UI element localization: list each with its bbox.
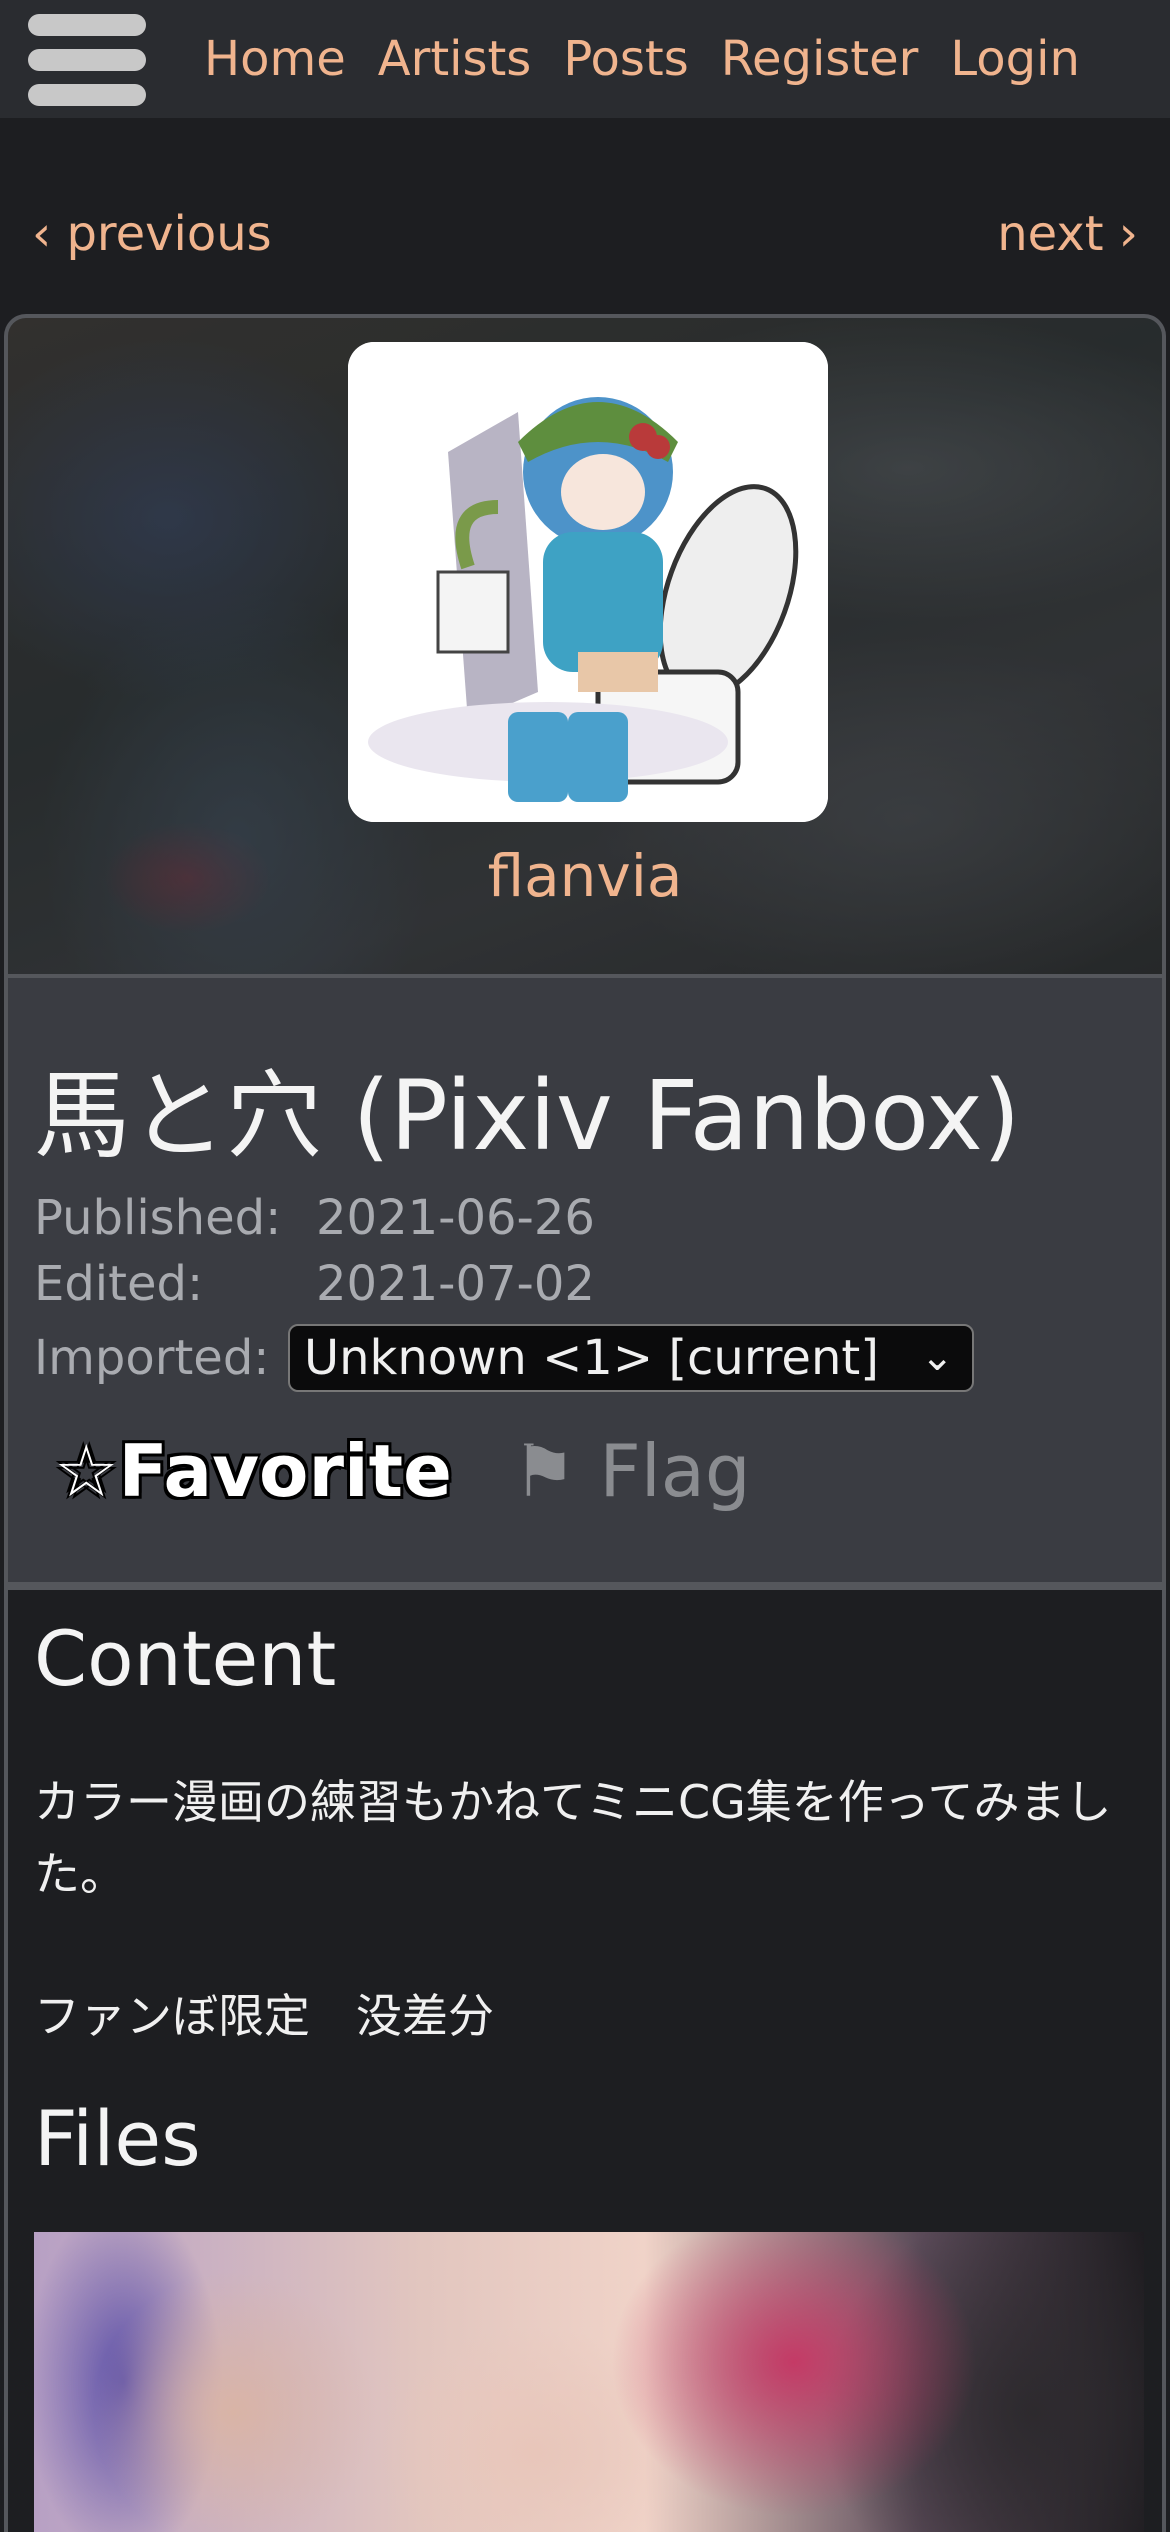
edited-label: Edited: (34, 1256, 204, 1312)
flag-button[interactable]: ⚑ Flag (512, 1429, 751, 1513)
published-date: 2021-06-26 (316, 1190, 595, 1246)
post-pager: ‹ previous next › (0, 206, 1170, 270)
edited-date: 2021-07-02 (316, 1256, 595, 1312)
post-content-section: Content カラー漫画の練習もかねてミニCG集を作ってみました。 ファンぼ限… (4, 1586, 1166, 2532)
content-heading: Content (34, 1614, 337, 1703)
top-navigation: Home Artists Posts Register Login (0, 0, 1170, 118)
nav-home-link[interactable]: Home (204, 31, 346, 87)
artist-avatar[interactable] (348, 342, 828, 822)
published-label: Published: (34, 1190, 282, 1246)
next-post-link[interactable]: next › (997, 206, 1138, 262)
imported-label: Imported: (34, 1330, 270, 1386)
nav-posts-link[interactable]: Posts (563, 31, 688, 87)
imported-select-value: Unknown <1> [current] (304, 1330, 879, 1386)
files-heading: Files (34, 2094, 201, 2183)
favorite-button[interactable]: ☆Favorite (54, 1429, 452, 1513)
nav-links: Home Artists Posts Register Login (204, 0, 1080, 118)
avatar-illustration (348, 342, 828, 822)
chevron-down-icon: ⌄ (920, 1334, 954, 1380)
imported-select[interactable]: Unknown <1> [current] ⌄ (288, 1324, 974, 1392)
post-actions: ☆Favorite ⚑ Flag (54, 1426, 751, 1516)
previous-post-link[interactable]: ‹ previous (32, 206, 272, 262)
nav-register-link[interactable]: Register (721, 31, 919, 87)
nav-artists-link[interactable]: Artists (378, 31, 532, 87)
menu-icon[interactable] (28, 14, 146, 106)
post-info-panel: 馬と穴 (Pixiv Fanbox) Published: 2021-06-26… (4, 974, 1166, 1586)
post-title: 馬と穴 (Pixiv Fanbox) (34, 1060, 1021, 1172)
artist-banner: flanvia (4, 314, 1166, 974)
content-paragraph-1: カラー漫画の練習もかねてミニCG集を作ってみました。 (34, 1775, 1112, 1901)
file-thumbnail-image[interactable] (34, 2232, 1144, 2532)
artist-name-link[interactable]: flanvia (8, 842, 1162, 910)
content-paragraph-2: ファンぼ限定 没差分 (34, 1989, 494, 2043)
nav-login-link[interactable]: Login (950, 31, 1080, 87)
